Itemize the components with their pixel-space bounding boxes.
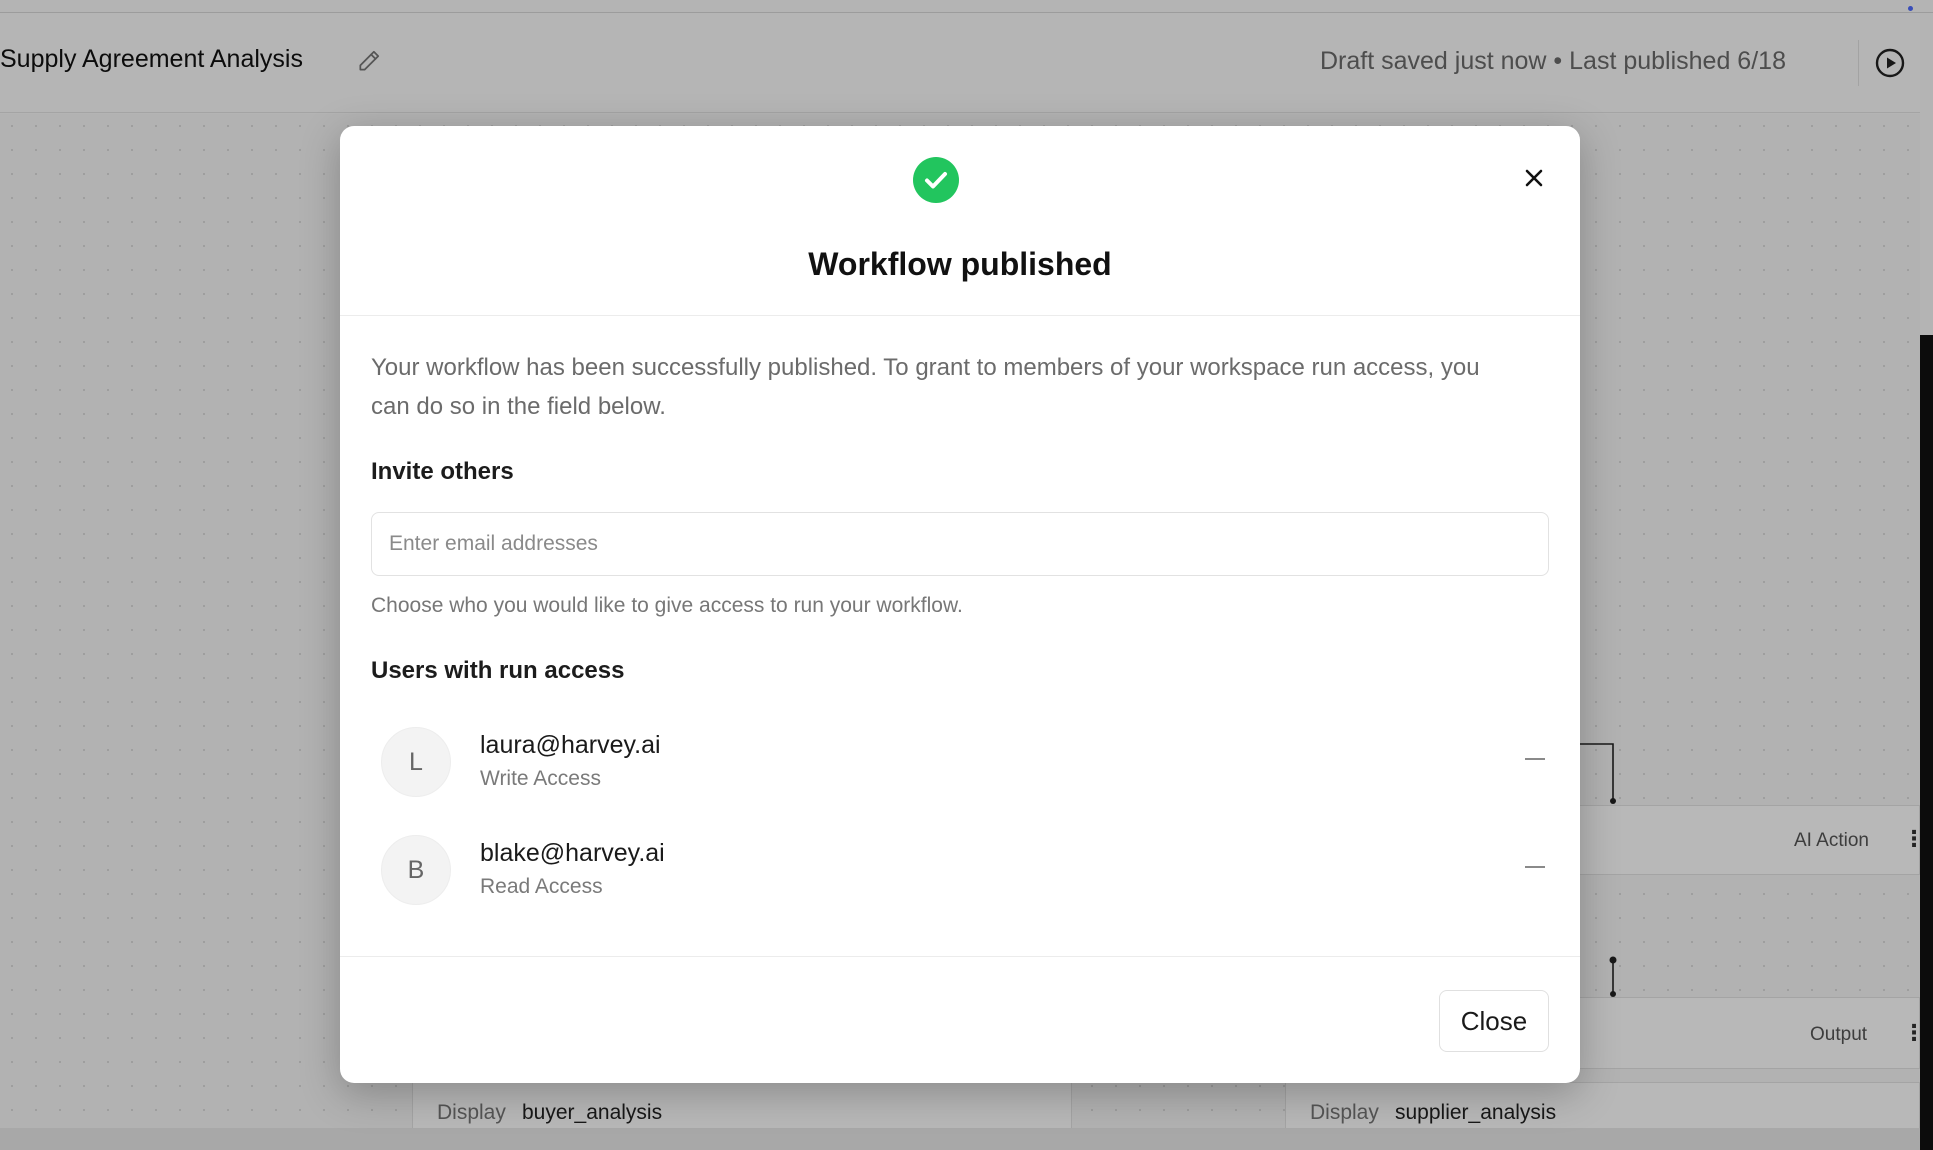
avatar: B xyxy=(381,835,451,905)
dialog-footer-divider xyxy=(340,956,1580,957)
user-email: laura@harvey.ai xyxy=(480,731,661,759)
close-icon[interactable] xyxy=(1516,160,1552,196)
invite-hint: Choose who you would like to give access… xyxy=(371,594,963,617)
user-row: B blake@harvey.ai Read Access xyxy=(371,823,1549,913)
publish-dialog: Workflow published Your workflow has bee… xyxy=(340,126,1580,1083)
email-input[interactable] xyxy=(371,512,1549,576)
users-label: Users with run access xyxy=(371,657,625,684)
dialog-description: Your workflow has been successfully publ… xyxy=(371,354,1480,420)
remove-user-button[interactable] xyxy=(1523,861,1547,873)
close-button[interactable]: Close xyxy=(1439,990,1549,1052)
minus-icon xyxy=(1525,866,1545,868)
user-access-role: Write Access xyxy=(480,767,601,790)
user-email: blake@harvey.ai xyxy=(480,839,665,867)
check-circle-icon xyxy=(913,157,959,203)
minus-icon xyxy=(1525,758,1545,760)
remove-user-button[interactable] xyxy=(1523,753,1547,765)
dialog-title: Workflow published xyxy=(808,246,1112,282)
avatar: L xyxy=(381,727,451,797)
user-access-role: Read Access xyxy=(480,875,603,898)
invite-label: Invite others xyxy=(371,458,514,485)
dialog-header xyxy=(340,126,1580,316)
user-row: L laura@harvey.ai Write Access xyxy=(371,715,1549,805)
